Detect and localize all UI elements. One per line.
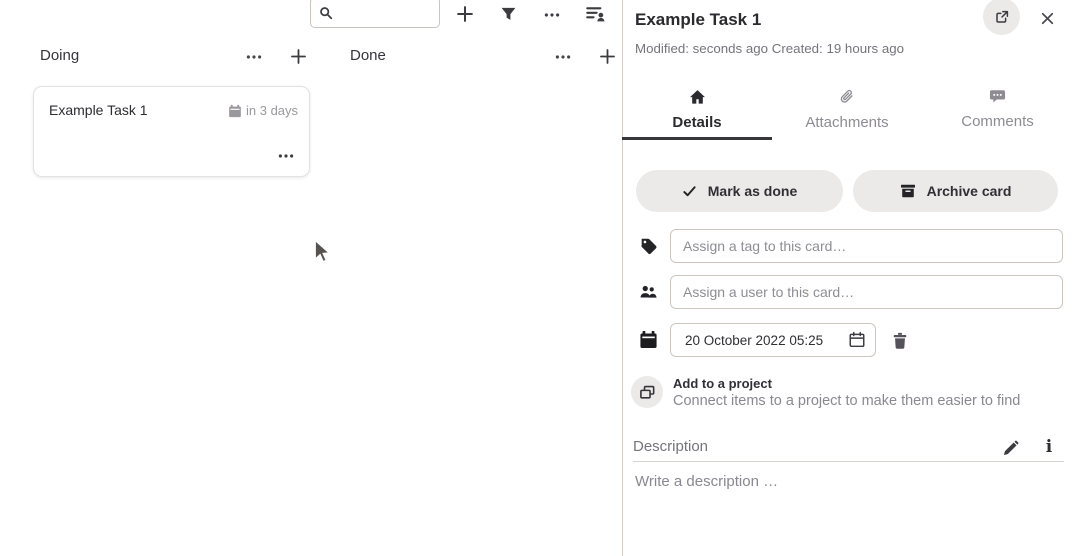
column-done-menu-button[interactable]	[552, 46, 574, 68]
add-to-project-title[interactable]: Add to a project	[673, 376, 772, 391]
tab-details[interactable]: Details	[622, 84, 772, 140]
sort-by-assignee-button[interactable]	[584, 2, 608, 26]
search-icon	[319, 6, 333, 20]
due-date-value: 20 October 2022 05:25	[685, 333, 845, 348]
ellipsis-icon	[554, 48, 572, 66]
ellipsis-icon	[245, 48, 263, 66]
mouse-cursor	[313, 238, 333, 267]
tab-attachments[interactable]: Attachments	[772, 84, 922, 140]
calendar-outline-icon	[848, 331, 866, 349]
home-icon	[689, 89, 706, 106]
mark-as-done-button[interactable]: Mark as done	[636, 170, 843, 212]
plus-icon	[598, 47, 617, 66]
archive-card-button[interactable]: Archive card	[853, 170, 1058, 212]
assign-user-input[interactable]	[670, 275, 1063, 309]
plus-icon	[289, 47, 308, 66]
column-title-done: Done	[350, 47, 386, 64]
close-icon	[1039, 10, 1056, 27]
archive-icon	[900, 183, 916, 199]
mark-as-done-label: Mark as done	[708, 183, 797, 199]
ellipsis-icon	[277, 147, 295, 165]
add-board-button[interactable]	[452, 1, 478, 27]
calendar-icon	[228, 104, 242, 118]
check-icon	[682, 184, 697, 199]
add-to-project-button[interactable]	[631, 376, 663, 408]
board-menu-button[interactable]	[541, 4, 563, 26]
trash-icon	[891, 332, 909, 350]
projects-icon	[639, 384, 656, 401]
column-done-add-card-button[interactable]	[595, 44, 619, 68]
ellipsis-icon	[543, 6, 561, 24]
pencil-icon	[1002, 440, 1019, 457]
assign-tag-input[interactable]	[670, 229, 1063, 263]
add-to-project-subtitle: Connect items to a project to make them …	[673, 393, 1020, 409]
tab-details-label: Details	[672, 114, 721, 131]
plus-icon	[455, 4, 475, 24]
remove-due-date-button[interactable]	[887, 328, 913, 354]
filter-button[interactable]	[497, 3, 519, 25]
comment-icon	[989, 89, 1006, 105]
card-title: Example Task 1	[49, 102, 148, 118]
card-menu-button[interactable]	[275, 145, 297, 167]
users-icon	[639, 283, 658, 301]
open-date-picker-button[interactable]	[845, 328, 869, 352]
search-input-wrapper[interactable]	[310, 0, 440, 28]
archive-card-label: Archive card	[927, 183, 1012, 199]
panel-task-meta: Modified: seconds ago Created: 19 hours …	[635, 41, 904, 56]
tag-icon	[640, 237, 658, 255]
funnel-icon	[500, 6, 517, 23]
description-placeholder[interactable]: Write a description …	[635, 473, 778, 490]
paperclip-icon	[839, 89, 855, 106]
tab-comments[interactable]: Comments	[922, 84, 1073, 140]
task-card[interactable]: Example Task 1 in 3 days	[33, 86, 310, 177]
external-link-icon	[994, 9, 1010, 25]
info-icon: i	[1046, 439, 1052, 456]
column-title-doing: Doing	[40, 47, 79, 64]
due-date-field[interactable]: 20 October 2022 05:25	[670, 323, 876, 357]
tab-attachments-label: Attachments	[805, 114, 888, 131]
open-in-window-button[interactable]	[983, 0, 1020, 35]
description-label: Description	[633, 438, 708, 455]
app-window: Doing Done Example Task 1	[0, 0, 1073, 556]
description-info-button[interactable]: i	[1038, 435, 1060, 459]
panel-task-title: Example Task 1	[635, 10, 761, 30]
close-panel-button[interactable]	[1034, 5, 1060, 31]
column-doing-menu-button[interactable]	[243, 46, 265, 68]
edit-description-button[interactable]	[998, 436, 1022, 460]
sort-assignee-icon	[586, 4, 606, 24]
tab-comments-label: Comments	[961, 113, 1034, 130]
column-doing-add-card-button[interactable]	[286, 44, 310, 68]
calendar-icon	[639, 330, 658, 349]
search-input[interactable]	[339, 5, 434, 20]
card-due-label: in 3 days	[246, 103, 298, 118]
